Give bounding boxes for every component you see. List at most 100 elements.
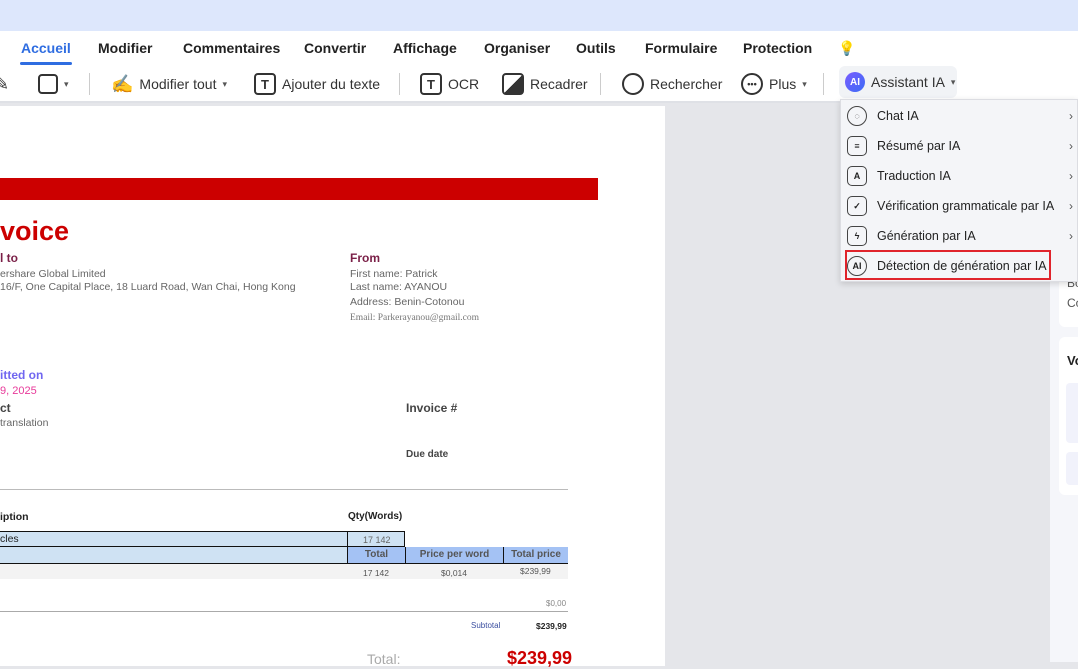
price-per-word: $0,014 xyxy=(441,568,467,578)
chevron-right-icon: › xyxy=(1069,229,1073,243)
item-qty: 17 142 xyxy=(347,532,404,547)
ocr-label: OCR xyxy=(448,76,480,92)
menu-tabs: Accueil Modifier Commentaires Convertir … xyxy=(0,31,1078,65)
menu-item-label: Chat IA xyxy=(877,109,919,123)
search-label: Rechercher xyxy=(650,76,723,92)
address: Address: Benin-Cotonou xyxy=(350,296,465,308)
chevron-right-icon: › xyxy=(1069,109,1073,123)
chevron-right-icon: › xyxy=(1069,199,1073,213)
menu-item-resume-ia[interactable]: ≡ Résumé par IA › xyxy=(841,131,1078,161)
pen-icon: ✎ xyxy=(0,73,10,94)
summary-icon: ≡ xyxy=(847,136,867,156)
tab-modifier[interactable]: Modifier xyxy=(98,40,152,56)
bill-to-address: 16/F, One Capital Place, 18 Luard Road, … xyxy=(0,281,296,293)
crop-label: Recadrer xyxy=(530,76,588,92)
right-panel: Bo Co Vo xyxy=(1050,260,1078,662)
total-price: $239,99 xyxy=(520,566,551,576)
menu-item-label: Traduction IA xyxy=(877,169,951,183)
option-card[interactable] xyxy=(1066,452,1078,485)
qty-header: Qty(Words) xyxy=(348,511,403,522)
rectangle-icon xyxy=(38,74,58,94)
grand-total-value: $239,99 xyxy=(507,648,573,668)
submitted-date: 9, 2025 xyxy=(0,385,37,397)
description-header: iption xyxy=(0,511,29,523)
shape-button[interactable]: ▾ xyxy=(38,72,69,96)
menu-item-generation-ia[interactable]: ϟ Génération par IA › xyxy=(841,221,1078,251)
project-label: ct xyxy=(0,401,11,415)
bill-to-name: ershare Global Limited xyxy=(0,268,106,280)
totals-row: 17 142 $0,014 $239,99 xyxy=(0,564,568,579)
totals-header-row: Total Price per word Total price xyxy=(0,547,568,564)
divider xyxy=(600,73,601,95)
divider xyxy=(823,73,824,95)
divider xyxy=(399,73,400,95)
add-text-label: Ajouter du texte xyxy=(282,76,381,92)
project-value: translation xyxy=(0,417,49,429)
menu-item-label: Génération par IA xyxy=(877,229,976,243)
chevron-down-icon: ▾ xyxy=(64,78,69,89)
edit-icon: ✍ xyxy=(111,73,134,94)
ai-assistant-button[interactable]: AI Assistant IA ▾ xyxy=(839,66,957,98)
bill-to-label: l to xyxy=(0,251,18,265)
menu-item-verification-ia[interactable]: ✓ Vérification grammaticale par IA › xyxy=(841,191,1078,221)
divider xyxy=(0,489,568,490)
more-icon: ••• xyxy=(741,73,763,95)
chevron-down-icon: ▾ xyxy=(950,76,956,87)
ai-assistant-menu: ◌ Chat IA › ≡ Résumé par IA › A Traduction IA… xyxy=(840,99,1078,282)
title-bar xyxy=(0,0,1078,31)
tab-affichage[interactable]: Affichage xyxy=(393,40,457,56)
chevron-down-icon: ▾ xyxy=(802,78,807,89)
tab-outils[interactable]: Outils xyxy=(576,40,616,56)
chevron-right-icon: › xyxy=(1069,139,1073,153)
menu-item-chat-ia[interactable]: ◌ Chat IA › xyxy=(841,101,1078,131)
more-label: Plus xyxy=(769,76,797,92)
invoice-number-label: Invoice # xyxy=(406,401,458,415)
highlight-box xyxy=(845,250,1051,280)
divider xyxy=(89,73,90,95)
lightbulb-icon[interactable]: 💡 xyxy=(838,40,855,57)
ai-icon: AI xyxy=(845,72,865,92)
option-card[interactable] xyxy=(1066,383,1078,443)
menu-item-traduction-ia[interactable]: A Traduction IA › xyxy=(841,161,1078,191)
total-qty: 17 142 xyxy=(363,568,389,578)
document-page: voice l to ershare Global Limited 16/F, … xyxy=(0,106,665,668)
grammar-check-icon: ✓ xyxy=(847,196,867,216)
ai-assistant-label: Assistant IA xyxy=(871,74,945,90)
tab-protection[interactable]: Protection xyxy=(743,40,812,56)
menu-item-label: Résumé par IA xyxy=(877,139,961,153)
edit-all-button[interactable]: ✍ Modifier tout ▾ xyxy=(111,72,227,96)
pen-tool-button[interactable]: ✎ xyxy=(0,72,9,96)
divider xyxy=(0,611,568,612)
tab-convertir[interactable]: Convertir xyxy=(304,40,366,56)
tab-formulaire[interactable]: Formulaire xyxy=(645,40,717,56)
item-row: cles 17 142 xyxy=(0,531,405,547)
search-icon xyxy=(622,73,644,95)
grand-total-label: Total: xyxy=(367,651,401,667)
lightning-icon: ϟ xyxy=(847,226,867,246)
tab-organiser[interactable]: Organiser xyxy=(484,40,550,56)
search-button[interactable]: Rechercher xyxy=(622,72,722,96)
ocr-button[interactable]: T OCR xyxy=(420,72,479,96)
tab-commentaires[interactable]: Commentaires xyxy=(183,40,280,56)
zero-amount: $0,00 xyxy=(546,599,567,608)
add-text-button[interactable]: T Ajouter du texte xyxy=(254,72,380,96)
tab-accueil[interactable]: Accueil xyxy=(20,40,72,65)
chevron-down-icon: ▾ xyxy=(222,78,227,89)
chat-bot-icon: ◌ xyxy=(847,106,867,126)
crop-icon xyxy=(502,73,524,95)
translate-icon: A xyxy=(847,166,867,186)
first-name: First name: Patrick xyxy=(350,268,438,280)
subtotal-value: $239,99 xyxy=(536,621,567,631)
from-label: From xyxy=(350,251,380,265)
chevron-right-icon: › xyxy=(1069,169,1073,183)
panel-heading: Vo xyxy=(1067,353,1078,368)
crop-button[interactable]: Recadrer xyxy=(502,72,588,96)
header-bar xyxy=(0,178,598,200)
item-description: cles xyxy=(0,533,19,545)
subtotal-label: Subtotal xyxy=(471,621,501,630)
due-date-label: Due date xyxy=(406,449,449,460)
ocr-icon: T xyxy=(420,73,442,95)
menu-item-label: Vérification grammaticale par IA xyxy=(877,199,1055,213)
more-button[interactable]: ••• Plus ▾ xyxy=(741,72,807,96)
last-name: Last name: AYANOU xyxy=(350,281,448,293)
